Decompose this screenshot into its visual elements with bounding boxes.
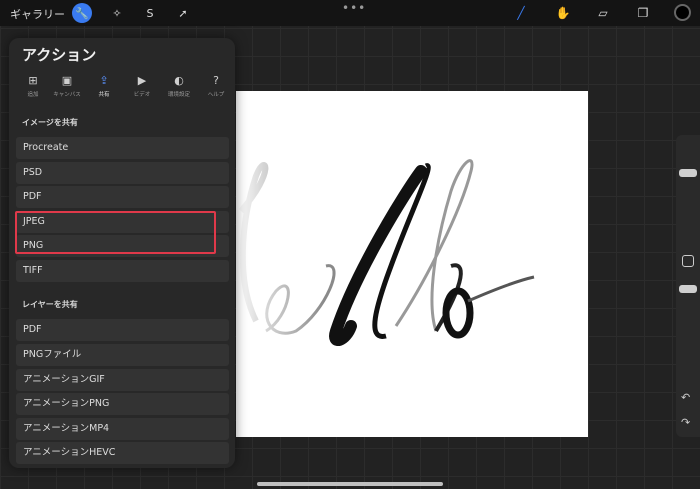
toggle-icon: ◐ (174, 74, 184, 87)
tab-share[interactable]: ⇪ 共有 (86, 74, 122, 98)
layers-icon[interactable]: ❐ (634, 4, 652, 22)
tab-label: 追加 (27, 92, 39, 98)
add-image-icon: ⊞ (28, 74, 38, 87)
selection-icon[interactable]: S (140, 3, 160, 23)
share-image-heading: イメージを共有 (22, 118, 78, 127)
drawing-canvas[interactable] (236, 91, 588, 437)
tab-label: ビデオ (133, 92, 151, 98)
undo-icon[interactable]: ↶ (681, 391, 690, 404)
panel-title: アクション (22, 46, 97, 64)
actions-panel: アクション ⊞ 追加 ▣ キャンバス ⇪ 共有 ▶ ビデオ ◐ 環境設定 ? ヘ… (9, 38, 235, 468)
tab-label: 共有 (98, 92, 110, 98)
wrench-icon[interactable]: 🔧 (72, 3, 92, 23)
tab-help[interactable]: ? ヘルプ (198, 74, 234, 98)
share-icon: ⇪ (99, 74, 109, 87)
brush-size-slider[interactable] (679, 169, 697, 177)
brush-icon[interactable]: ╱ (512, 4, 530, 22)
share-pdf[interactable]: PDF (16, 186, 229, 208)
share-animated-gif[interactable]: アニメーションGIF (16, 369, 229, 391)
opacity-slider[interactable] (679, 285, 697, 293)
help-icon: ? (213, 74, 219, 87)
smudge-icon[interactable]: ✋ (554, 4, 572, 22)
top-toolbar: ギャラリー 🔧 ✧ S ➚ ••• ╱ ✋ ▱ ❐ (0, 0, 700, 26)
share-layer-heading: レイヤーを共有 (22, 300, 78, 309)
tab-label: 環境設定 (167, 92, 190, 98)
share-layer-png-files[interactable]: PNGファイル (16, 344, 229, 366)
canvas-icon: ▣ (61, 74, 73, 87)
magic-wand-icon[interactable]: ✧ (107, 3, 127, 23)
home-indicator[interactable] (257, 482, 443, 486)
tab-video[interactable]: ▶ ビデオ (124, 74, 160, 98)
gallery-button[interactable]: ギャラリー (10, 6, 65, 22)
brush-sliders-sidebar: ↶ ↷ (676, 135, 700, 437)
share-animated-hevc[interactable]: アニメーションHEVC (16, 442, 229, 464)
tab-label: キャンバス (53, 92, 81, 98)
tab-label: ヘルプ (207, 92, 225, 98)
more-options[interactable]: ••• (342, 1, 366, 15)
tab-add[interactable]: ⊞ 追加 (15, 74, 51, 98)
eraser-icon[interactable]: ▱ (594, 4, 612, 22)
tab-canvas[interactable]: ▣ キャンバス (49, 74, 85, 98)
hello-artwork (236, 91, 588, 437)
share-animated-mp4[interactable]: アニメーションMP4 (16, 418, 229, 440)
highlight-box (15, 211, 216, 254)
tab-preferences[interactable]: ◐ 環境設定 (161, 74, 197, 98)
share-psd[interactable]: PSD (16, 162, 229, 184)
modify-button[interactable] (682, 255, 694, 267)
redo-icon[interactable]: ↷ (681, 416, 690, 429)
share-layer-pdf[interactable]: PDF (16, 319, 229, 341)
actions-tabs: ⊞ 追加 ▣ キャンバス ⇪ 共有 ▶ ビデオ ◐ 環境設定 ? ヘルプ (15, 74, 229, 100)
share-tiff[interactable]: TIFF (16, 260, 229, 282)
transform-arrow-icon[interactable]: ➚ (173, 3, 193, 23)
color-picker-icon[interactable] (674, 4, 691, 21)
share-animated-png[interactable]: アニメーションPNG (16, 393, 229, 415)
play-icon: ▶ (137, 74, 147, 87)
share-procreate[interactable]: Procreate (16, 137, 229, 159)
